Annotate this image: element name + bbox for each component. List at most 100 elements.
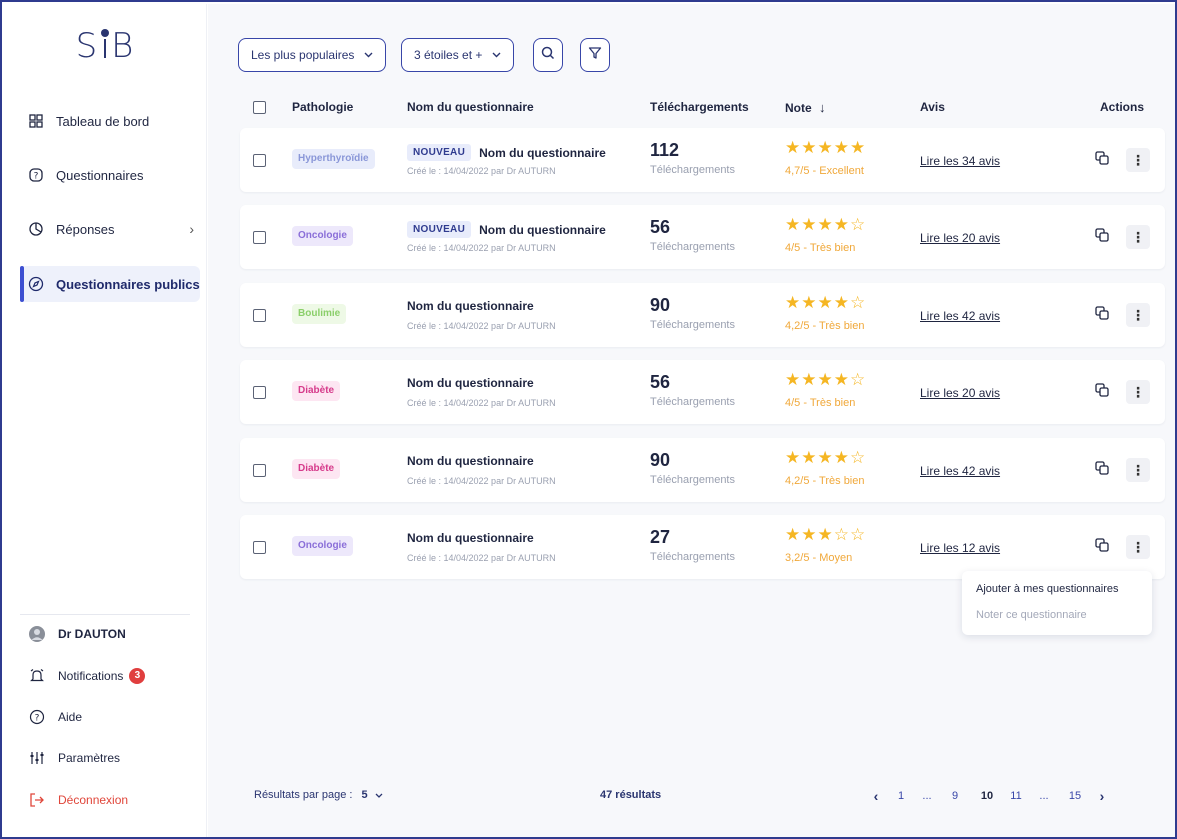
star-filled-icon: ★★★★ [785, 448, 850, 467]
more-actions-button[interactable]: ⋮ [1126, 380, 1150, 404]
sort-select-value: Les plus populaires [251, 48, 355, 62]
header-telechargements: Téléchargements [650, 100, 749, 114]
pathology-tag: Diabète [292, 381, 341, 401]
menu-item-rate-questionnaire[interactable]: Noter ce questionnaire [976, 609, 1087, 621]
duplicate-button[interactable] [1090, 458, 1114, 482]
row-checkbox[interactable] [253, 386, 266, 399]
sidebar-item-questionnaires-publics[interactable]: Questionnaires publics [20, 266, 200, 302]
chevron-down-icon [364, 50, 373, 61]
row-actions-menu: Ajouter à mes questionnaires Noter ce qu… [962, 571, 1152, 635]
download-count: 56 [650, 217, 671, 237]
main-content: Les plus populaires 3 étoiles et + Patho [208, 4, 1175, 837]
kebab-icon: ⋮ [1131, 306, 1145, 323]
kebab-icon: ⋮ [1131, 538, 1145, 555]
rating-stars: ★★★☆☆ [785, 525, 866, 545]
menu-item-add-to-my-questionnaires[interactable]: Ajouter à mes questionnaires [976, 583, 1118, 595]
download-label: Téléchargements [650, 241, 735, 253]
more-actions-button[interactable]: ⋮ [1126, 148, 1150, 172]
sidebar-item-parametres[interactable]: Paramètres [28, 746, 120, 770]
sort-select[interactable]: Les plus populaires [238, 38, 387, 72]
star-filled-icon: ★★★★ [785, 293, 850, 312]
questionnaire-title[interactable]: NOUVEAU Nom du questionnaire [407, 144, 606, 161]
row-checkbox[interactable] [253, 231, 266, 244]
header-note-label: Note [785, 101, 812, 115]
user-profile[interactable]: Dr DAUTON [28, 622, 126, 646]
duplicate-button[interactable] [1090, 535, 1114, 559]
prev-page-icon[interactable]: ‹ [866, 788, 886, 804]
star-filled-icon: ★★★★ [785, 370, 850, 389]
app-logo[interactable]: SB [4, 26, 207, 66]
questionnaire-meta: Créé le : 14/04/2022 par Dr AUTURN [407, 476, 556, 486]
more-actions-button[interactable]: ⋮ [1126, 303, 1150, 327]
duplicate-button[interactable] [1090, 225, 1114, 249]
row-checkbox[interactable] [253, 464, 266, 477]
page-current[interactable]: 10 [972, 790, 1002, 802]
read-reviews-link[interactable]: Lire les 42 avis [920, 464, 1000, 478]
rating-text: 4,2/5 - Très bien [785, 475, 865, 487]
new-badge: NOUVEAU [407, 221, 472, 238]
questionnaire-name: Nom du questionnaire [407, 299, 534, 313]
page-link[interactable]: 15 [1058, 790, 1092, 802]
sidebar-divider [20, 614, 190, 615]
star-empty-icon: ☆ [849, 215, 867, 234]
more-actions-button[interactable]: ⋮ [1126, 225, 1150, 249]
rating-text: 4,2/5 - Très bien [785, 320, 865, 332]
sidebar-item-tableau-de-bord[interactable]: Tableau de bord [20, 103, 200, 139]
sidebar-item-questionnaires[interactable]: ? Questionnaires [20, 157, 200, 193]
table-row: Oncologie Nom du questionnaire Créé le : 1… [240, 515, 1165, 579]
read-reviews-link[interactable]: Lire les 20 avis [920, 231, 1000, 245]
copy-icon [1095, 382, 1109, 402]
next-page-icon[interactable]: › [1092, 788, 1112, 804]
sliders-icon [28, 749, 46, 767]
logout-button[interactable]: Déconnexion [28, 788, 128, 812]
page-link[interactable]: 9 [938, 790, 972, 802]
per-page-value: 5 [361, 789, 368, 801]
download-count: 90 [650, 295, 671, 315]
questionnaire-title[interactable]: NOUVEAU Nom du questionnaire [407, 221, 606, 238]
pathology-tag: Oncologie [292, 536, 353, 556]
notification-badge: 3 [129, 668, 146, 684]
read-reviews-link[interactable]: Lire les 34 avis [920, 154, 1000, 168]
read-reviews-link[interactable]: Lire les 42 avis [920, 309, 1000, 323]
filter-button[interactable] [580, 38, 610, 72]
chevron-right-icon: › [189, 221, 194, 237]
page-link[interactable]: 1 [886, 790, 916, 802]
row-checkbox[interactable] [253, 154, 266, 167]
more-actions-button[interactable]: ⋮ [1126, 458, 1150, 482]
row-checkbox[interactable] [253, 309, 266, 322]
duplicate-button[interactable] [1090, 148, 1114, 172]
page-ellipsis: ... [922, 790, 932, 802]
download-label: Téléchargements [650, 164, 735, 176]
select-all-checkbox[interactable] [253, 101, 266, 114]
rating-select[interactable]: 3 étoiles et + [401, 38, 515, 72]
page-link[interactable]: 11 [1002, 790, 1030, 802]
table-row: Diabète Nom du questionnaire Créé le : 14/… [240, 360, 1165, 424]
user-name: Dr DAUTON [58, 627, 126, 641]
questionnaire-meta: Créé le : 14/04/2022 par Dr AUTURN [407, 166, 556, 176]
question-doc-icon: ? [28, 167, 44, 183]
questionnaire-name: Nom du questionnaire [407, 531, 534, 545]
questionnaire-title[interactable]: Nom du questionnaire [407, 531, 534, 545]
duplicate-button[interactable] [1090, 380, 1114, 404]
more-actions-button[interactable]: ⋮ [1126, 535, 1150, 559]
read-reviews-link[interactable]: Lire les 20 avis [920, 386, 1000, 400]
questionnaire-title[interactable]: Nom du questionnaire [407, 454, 534, 468]
rating-text: 3,2/5 - Moyen [785, 552, 853, 564]
search-button[interactable] [533, 38, 563, 72]
sidebar-item-label: Aide [58, 710, 83, 724]
sidebar-item-aide[interactable]: ? Aide [28, 705, 82, 729]
per-page-selector[interactable]: Résultats par page : 5 [254, 789, 383, 801]
sidebar-item-notifications[interactable]: Notifications 3 [28, 664, 146, 688]
sidebar: SB Tableau de bord ? Questionnaires Répo… [4, 4, 207, 837]
chevron-down-icon [492, 50, 501, 61]
duplicate-button[interactable] [1090, 303, 1114, 327]
header-note[interactable]: Note ↓ [785, 100, 826, 115]
svg-text:?: ? [35, 714, 40, 724]
row-checkbox[interactable] [253, 541, 266, 554]
questionnaire-title[interactable]: Nom du questionnaire [407, 299, 534, 313]
questionnaire-name: Nom du questionnaire [407, 376, 534, 390]
sidebar-item-label: Tableau de bord [56, 113, 150, 129]
questionnaire-title[interactable]: Nom du questionnaire [407, 376, 534, 390]
sidebar-item-reponses[interactable]: Réponses › [20, 211, 200, 247]
read-reviews-link[interactable]: Lire les 12 avis [920, 541, 1000, 555]
